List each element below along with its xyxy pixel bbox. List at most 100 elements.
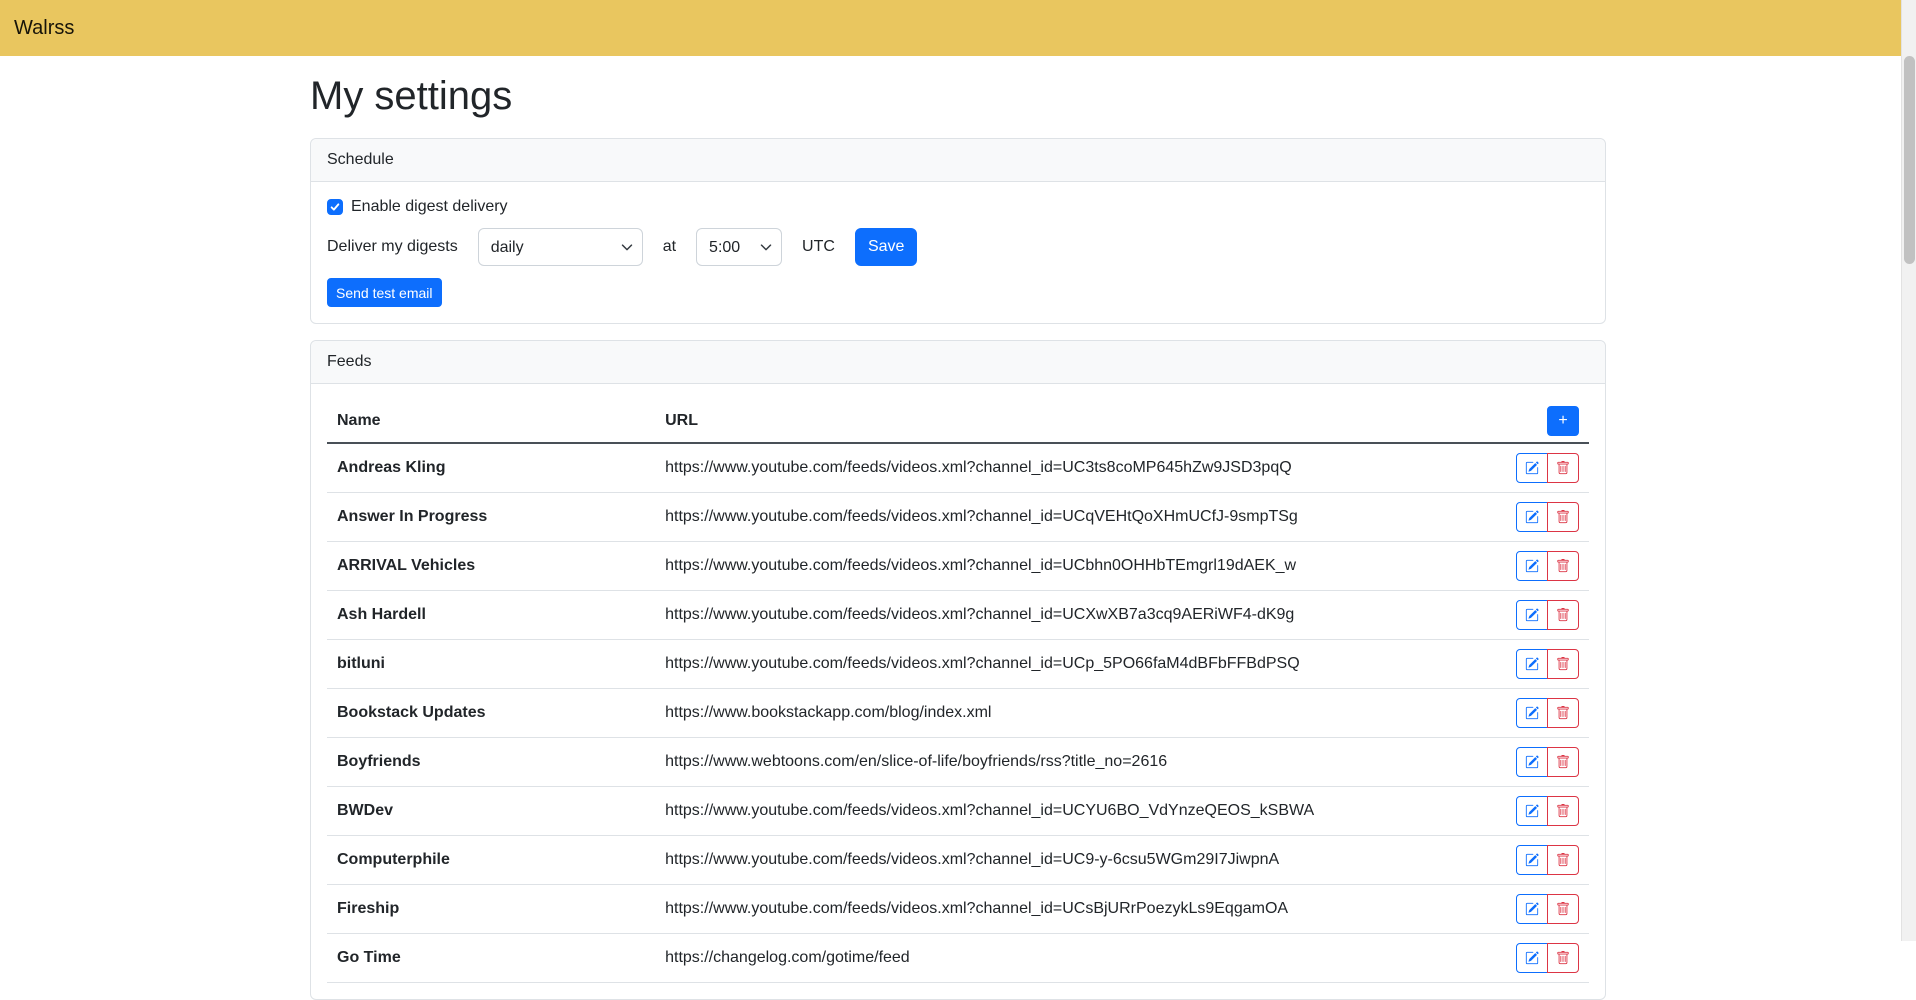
delete-feed-button[interactable] — [1547, 551, 1579, 581]
feed-name: BWDev — [327, 787, 655, 836]
feed-actions — [1516, 600, 1579, 630]
feed-actions — [1516, 894, 1579, 924]
at-label: at — [663, 238, 676, 256]
trash-icon — [1556, 510, 1570, 524]
time-select-wrap: 5:00 — [696, 228, 782, 266]
main-container: My settings Schedule Enable digest deliv… — [298, 72, 1618, 1000]
table-row: Bookstack Updates https://www.bookstacka… — [327, 689, 1589, 738]
feeds-card-body: Name URL + Andreas Kling https://www.you… — [311, 384, 1605, 999]
column-header-name: Name — [327, 400, 655, 443]
feeds-table-body: Andreas Kling https://www.youtube.com/fe… — [327, 443, 1589, 983]
feed-actions — [1516, 747, 1579, 777]
checkmark-icon — [329, 201, 341, 213]
trash-icon — [1556, 755, 1570, 769]
send-test-email-button[interactable]: Send test email — [327, 278, 442, 307]
scrollbar[interactable] — [1901, 0, 1916, 941]
edit-feed-button[interactable] — [1516, 453, 1548, 483]
feed-actions — [1516, 698, 1579, 728]
pencil-square-icon — [1525, 608, 1539, 622]
feed-name: Andreas Kling — [327, 443, 655, 493]
pencil-square-icon — [1525, 559, 1539, 573]
edit-feed-button[interactable] — [1516, 600, 1548, 630]
edit-feed-button[interactable] — [1516, 943, 1548, 973]
trash-icon — [1556, 657, 1570, 671]
table-row: Ash Hardell https://www.youtube.com/feed… — [327, 591, 1589, 640]
navbar-brand[interactable]: Walrss — [14, 17, 74, 40]
table-row: BWDev https://www.youtube.com/feeds/vide… — [327, 787, 1589, 836]
trash-icon — [1556, 706, 1570, 720]
delete-feed-button[interactable] — [1547, 796, 1579, 826]
feed-name: ARRIVAL Vehicles — [327, 542, 655, 591]
delete-feed-button[interactable] — [1547, 453, 1579, 483]
schedule-card-body: Enable digest delivery Deliver my digest… — [311, 182, 1605, 323]
feed-url: https://www.bookstackapp.com/blog/index.… — [655, 689, 1499, 738]
pencil-square-icon — [1525, 804, 1539, 818]
table-row: ARRIVAL Vehicles https://www.youtube.com… — [327, 542, 1589, 591]
feeds-table: Name URL + Andreas Kling https://www.you… — [327, 400, 1589, 983]
feed-name: Computerphile — [327, 836, 655, 885]
table-row: Andreas Kling https://www.youtube.com/fe… — [327, 443, 1589, 493]
feed-url: https://www.youtube.com/feeds/videos.xml… — [655, 836, 1499, 885]
trash-icon — [1556, 559, 1570, 573]
feed-url: https://www.webtoons.com/en/slice-of-lif… — [655, 738, 1499, 787]
pencil-square-icon — [1525, 706, 1539, 720]
frequency-select[interactable]: daily — [478, 228, 643, 266]
feed-url: https://www.youtube.com/feeds/videos.xml… — [655, 591, 1499, 640]
trash-icon — [1556, 902, 1570, 916]
enable-digest-checkbox[interactable] — [327, 199, 343, 215]
scrollbar-thumb[interactable] — [1904, 56, 1915, 264]
time-select[interactable]: 5:00 — [696, 228, 782, 266]
edit-feed-button[interactable] — [1516, 649, 1548, 679]
page-title: My settings — [310, 72, 1606, 120]
delete-feed-button[interactable] — [1547, 943, 1579, 973]
pencil-square-icon — [1525, 951, 1539, 965]
save-button[interactable]: Save — [855, 228, 917, 266]
enable-digest-label[interactable]: Enable digest delivery — [351, 198, 508, 216]
table-row: Boyfriends https://www.webtoons.com/en/s… — [327, 738, 1589, 787]
feed-url: https://www.youtube.com/feeds/videos.xml… — [655, 493, 1499, 542]
feed-actions — [1516, 649, 1579, 679]
table-row: Answer In Progress https://www.youtube.c… — [327, 493, 1589, 542]
digest-schedule-row: Deliver my digests daily at 5:00 — [327, 228, 1589, 266]
trash-icon — [1556, 608, 1570, 622]
feed-actions — [1516, 796, 1579, 826]
feed-name: Answer In Progress — [327, 493, 655, 542]
feed-url: https://www.youtube.com/feeds/videos.xml… — [655, 640, 1499, 689]
add-feed-button[interactable]: + — [1547, 406, 1579, 436]
deliver-label: Deliver my digests — [327, 238, 458, 256]
edit-feed-button[interactable] — [1516, 845, 1548, 875]
feeds-table-head: Name URL + — [327, 400, 1589, 443]
edit-feed-button[interactable] — [1516, 698, 1548, 728]
feed-name: bitluni — [327, 640, 655, 689]
navbar: Walrss — [0, 0, 1916, 56]
schedule-card: Schedule Enable digest delivery Deliver … — [310, 138, 1606, 324]
feed-name: Fireship — [327, 885, 655, 934]
table-row: Fireship https://www.youtube.com/feeds/v… — [327, 885, 1589, 934]
table-row: Computerphile https://www.youtube.com/fe… — [327, 836, 1589, 885]
trash-icon — [1556, 461, 1570, 475]
delete-feed-button[interactable] — [1547, 600, 1579, 630]
timezone-label: UTC — [802, 238, 835, 256]
edit-feed-button[interactable] — [1516, 551, 1548, 581]
feed-actions — [1516, 845, 1579, 875]
edit-feed-button[interactable] — [1516, 502, 1548, 532]
trash-icon — [1556, 951, 1570, 965]
delete-feed-button[interactable] — [1547, 845, 1579, 875]
delete-feed-button[interactable] — [1547, 698, 1579, 728]
edit-feed-button[interactable] — [1516, 894, 1548, 924]
delete-feed-button[interactable] — [1547, 747, 1579, 777]
feed-name: Ash Hardell — [327, 591, 655, 640]
delete-feed-button[interactable] — [1547, 502, 1579, 532]
feed-url: https://www.youtube.com/feeds/videos.xml… — [655, 787, 1499, 836]
pencil-square-icon — [1525, 461, 1539, 475]
feed-actions — [1516, 551, 1579, 581]
edit-feed-button[interactable] — [1516, 796, 1548, 826]
delete-feed-button[interactable] — [1547, 894, 1579, 924]
feed-name: Bookstack Updates — [327, 689, 655, 738]
edit-feed-button[interactable] — [1516, 747, 1548, 777]
trash-icon — [1556, 804, 1570, 818]
pencil-square-icon — [1525, 853, 1539, 867]
enable-digest-row: Enable digest delivery — [327, 198, 1589, 216]
pencil-square-icon — [1525, 755, 1539, 769]
delete-feed-button[interactable] — [1547, 649, 1579, 679]
